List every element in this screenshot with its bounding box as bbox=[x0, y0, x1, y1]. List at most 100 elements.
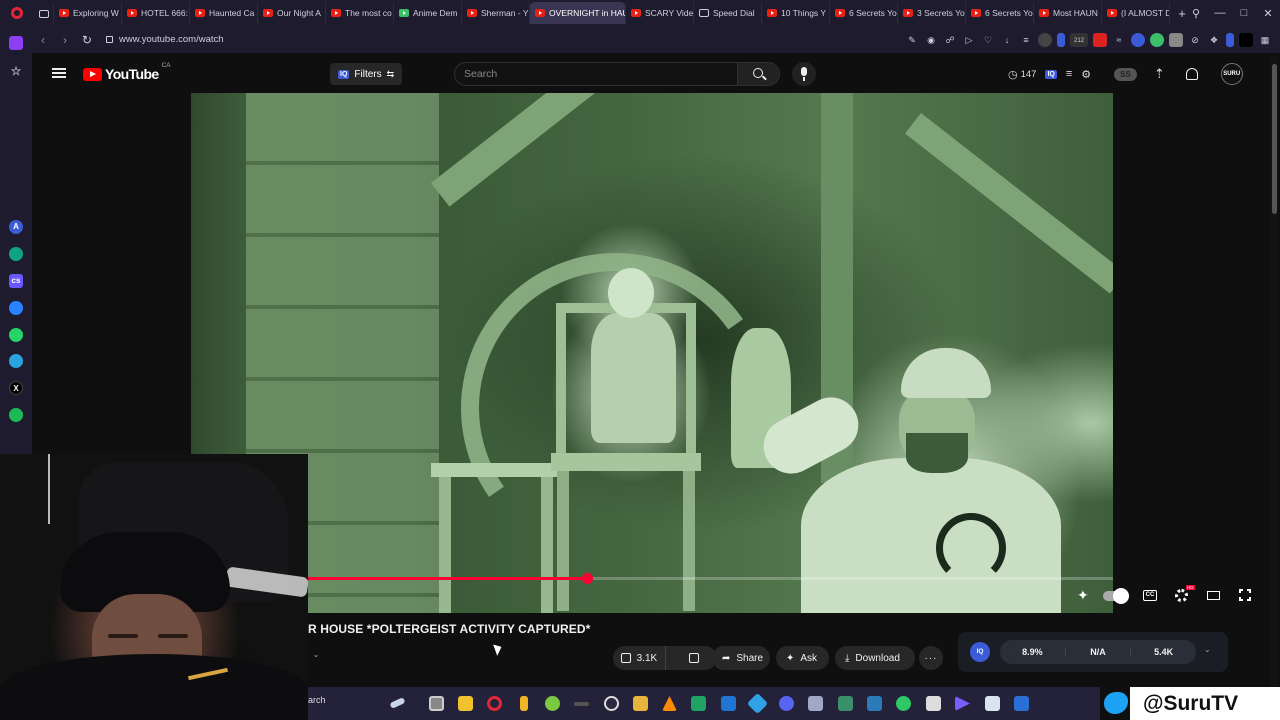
app-layers-icon[interactable] bbox=[633, 696, 648, 711]
tab-5[interactable]: Anime Dem bbox=[394, 2, 462, 24]
file-explorer-icon[interactable] bbox=[458, 696, 473, 711]
extension-colorful-icon[interactable] bbox=[1150, 32, 1164, 47]
extension-shield-icon[interactable] bbox=[1057, 32, 1065, 47]
tab-13[interactable]: 6 Secrets Yo bbox=[966, 2, 1034, 24]
url-field[interactable]: www.youtube.com/watch bbox=[106, 34, 224, 45]
download-button[interactable]: ⤓ Download bbox=[835, 646, 915, 670]
chatsonic-icon[interactable]: cs bbox=[9, 274, 23, 288]
theater-mode-button[interactable] bbox=[1207, 591, 1220, 600]
linkedin-icon[interactable] bbox=[721, 696, 736, 711]
task-view-icon[interactable] bbox=[429, 696, 444, 711]
tab-15[interactable]: (I ALMOST D bbox=[1102, 2, 1170, 24]
youtube-logo[interactable]: YouTube CA bbox=[83, 62, 171, 82]
shield-icon[interactable]: ☍ bbox=[943, 33, 957, 47]
app-green-icon[interactable] bbox=[545, 696, 560, 711]
discord-icon[interactable] bbox=[779, 696, 794, 711]
home-icon[interactable] bbox=[9, 36, 23, 50]
chevron-down-icon[interactable]: ⌄ bbox=[1204, 645, 1211, 654]
star-icon[interactable]: ☆ bbox=[9, 64, 23, 78]
timer-icon[interactable]: ◷ bbox=[1008, 68, 1018, 81]
extension-tag-icon[interactable] bbox=[1226, 32, 1234, 47]
video-player[interactable] bbox=[191, 93, 1113, 613]
close-window-button[interactable]: ✕ bbox=[1256, 7, 1280, 20]
avatar-small-icon[interactable] bbox=[1038, 32, 1052, 47]
app-steam-icon[interactable] bbox=[604, 696, 619, 711]
filters-button[interactable]: IQ Filters ⇆ bbox=[330, 63, 403, 85]
upload-icon[interactable]: ⇡ bbox=[1154, 66, 1165, 82]
tab-9[interactable]: Speed Dial bbox=[694, 2, 762, 24]
taskbar-search[interactable]: arch bbox=[308, 695, 326, 705]
chevron-down-icon[interactable]: ⌄ bbox=[308, 650, 324, 664]
tab-4[interactable]: The most co bbox=[326, 2, 394, 24]
app-video-icon[interactable] bbox=[838, 696, 853, 711]
search-input[interactable]: Search bbox=[454, 62, 738, 86]
download-icon[interactable]: ↓ bbox=[1000, 33, 1014, 47]
forward-button[interactable]: › bbox=[54, 33, 76, 47]
x-icon[interactable]: X bbox=[9, 381, 23, 395]
tab-3[interactable]: Our Night A bbox=[258, 2, 326, 24]
extension-speaker-icon[interactable]: ❖ bbox=[1207, 33, 1221, 47]
opera-taskbar-icon[interactable] bbox=[487, 696, 502, 711]
tab-1[interactable]: HOTEL 666: bbox=[122, 2, 190, 24]
minimize-button[interactable]: — bbox=[1208, 7, 1232, 19]
iq-extension-icon[interactable]: IQ bbox=[1045, 69, 1057, 79]
heart-icon[interactable]: ♡ bbox=[981, 33, 995, 47]
reload-button[interactable]: ↻ bbox=[76, 33, 98, 47]
tab-11[interactable]: 6 Secrets Yo bbox=[830, 2, 898, 24]
notifications-bell-icon[interactable] bbox=[1185, 68, 1198, 80]
more-actions-button[interactable]: ··· bbox=[919, 646, 943, 670]
extension-gray-icon[interactable] bbox=[1169, 32, 1183, 47]
tab-6[interactable]: Sherman - Y bbox=[462, 2, 530, 24]
tab-2[interactable]: Haunted Ca bbox=[190, 2, 258, 24]
app-photos-icon[interactable] bbox=[1014, 696, 1029, 711]
rss-icon[interactable]: ≈ bbox=[1112, 33, 1126, 47]
extension-trophy-icon[interactable]: ⚙ bbox=[1081, 68, 1091, 81]
account-switch-pill[interactable]: SS bbox=[1114, 67, 1137, 81]
dislike-button[interactable] bbox=[672, 646, 717, 670]
tab-14[interactable]: Most HAUN bbox=[1034, 2, 1102, 24]
opera-logo-icon[interactable] bbox=[0, 0, 34, 26]
subtitles-button[interactable]: CC bbox=[1143, 590, 1157, 601]
back-button[interactable]: ‹ bbox=[32, 33, 54, 47]
tab-12[interactable]: 3 Secrets Yo bbox=[898, 2, 966, 24]
telegram-icon[interactable] bbox=[9, 354, 23, 368]
search-button[interactable] bbox=[738, 62, 780, 86]
ai-sparkle-icon[interactable]: ✦ bbox=[1077, 587, 1089, 604]
search-tabs-icon[interactable]: ⚲ bbox=[1184, 7, 1208, 20]
extension-black-icon[interactable] bbox=[1239, 32, 1253, 47]
app-sheets-icon[interactable] bbox=[691, 696, 706, 711]
voice-search-icon[interactable] bbox=[792, 62, 816, 86]
messenger-icon[interactable] bbox=[9, 301, 23, 315]
notepad-icon[interactable] bbox=[985, 696, 1000, 711]
list-settings-icon[interactable]: ≡ bbox=[1066, 68, 1072, 80]
app-book-icon[interactable] bbox=[867, 696, 882, 711]
ask-button[interactable]: ✦ Ask bbox=[776, 646, 829, 670]
menu-hamburger-icon[interactable] bbox=[52, 68, 66, 78]
page-scrollbar-thumb[interactable] bbox=[1272, 64, 1277, 214]
app-play-icon[interactable] bbox=[955, 696, 970, 711]
send-icon[interactable]: ▷ bbox=[962, 33, 976, 47]
tab-7[interactable]: OVERNIGHT in HAUN bbox=[530, 2, 626, 24]
app-gamepad-icon[interactable] bbox=[574, 702, 589, 706]
tab-0[interactable]: Exploring W bbox=[54, 2, 122, 24]
lightning-icon[interactable] bbox=[520, 696, 528, 711]
menu-icon[interactable]: ≡ bbox=[1019, 33, 1033, 47]
vlc-icon[interactable] bbox=[662, 696, 677, 711]
extension-ban-icon[interactable]: ⊘ bbox=[1188, 33, 1202, 47]
extension-red-icon[interactable] bbox=[1093, 32, 1107, 47]
tab-10[interactable]: 10 Things Y bbox=[762, 2, 830, 24]
maximize-button[interactable]: □ bbox=[1232, 7, 1256, 19]
extensions-puzzle-icon[interactable]: ▦ bbox=[1258, 33, 1272, 47]
app-vpn-icon[interactable] bbox=[896, 696, 911, 711]
whatsapp-icon[interactable] bbox=[9, 328, 23, 342]
extension-badge-icon[interactable]: 212 bbox=[1070, 32, 1088, 47]
feather-icon[interactable] bbox=[389, 697, 406, 709]
settings-gear-icon[interactable] bbox=[1175, 589, 1188, 602]
tab-8[interactable]: SCARY Vide bbox=[626, 2, 694, 24]
like-button[interactable]: 3.1K bbox=[613, 646, 666, 670]
fullscreen-button[interactable] bbox=[1239, 589, 1251, 601]
avatar[interactable]: SURU bbox=[1220, 63, 1243, 85]
extension-blue-icon[interactable] bbox=[1131, 32, 1145, 47]
progress-bar[interactable] bbox=[191, 573, 1113, 584]
edit-icon[interactable]: ✎ bbox=[905, 33, 919, 47]
